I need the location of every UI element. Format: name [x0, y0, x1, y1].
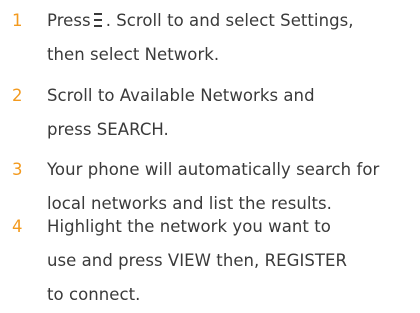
step-text-line: then select Network.: [47, 45, 220, 64]
step-text: Press: [47, 11, 91, 30]
step-text-line: to connect.: [47, 285, 141, 304]
step-number: 2: [12, 86, 23, 105]
step-text: . Scroll to and select Settings,: [105, 11, 354, 30]
step-text-line: use and press VIEW then, REGISTER: [47, 251, 348, 270]
step-text-line: Highlight the network you want to: [47, 217, 331, 236]
step-number: 4: [12, 217, 23, 236]
menu-icon: [93, 13, 102, 27]
step-number: 1: [12, 11, 23, 30]
step-number: 3: [12, 160, 23, 179]
step-text-line: Press . Scroll to and select Settings,: [47, 4, 354, 38]
step-text-line: Scroll to Available Networks and: [47, 86, 315, 105]
instruction-steps: 1 Press. Scroll to and select Settings, …: [0, 0, 420, 313]
step-text-line: press SEARCH.: [47, 120, 169, 139]
step-text-line: Your phone will automatically search for: [47, 160, 380, 179]
